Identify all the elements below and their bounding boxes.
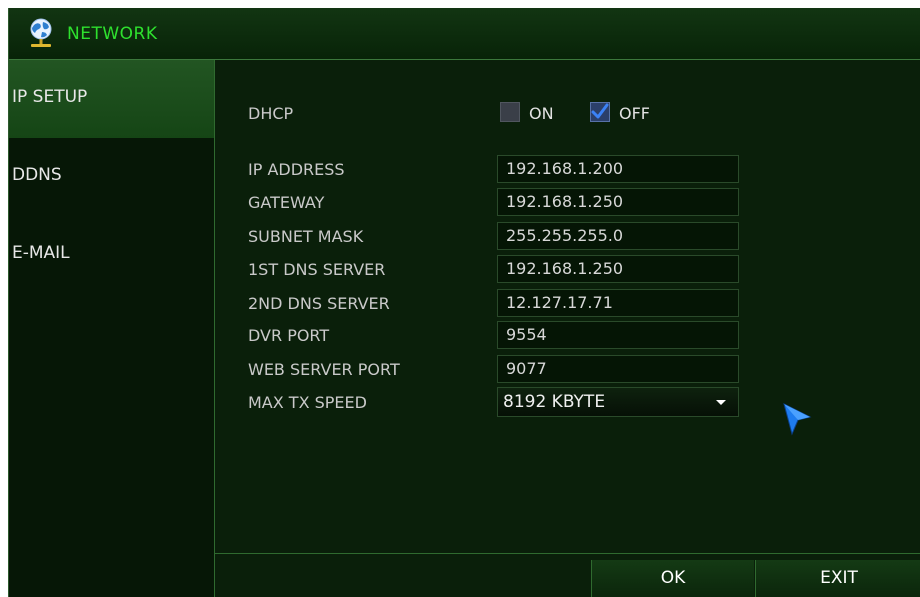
- button-bar: OK EXIT: [215, 553, 920, 597]
- chevron-down-icon: [716, 400, 726, 405]
- subnet-mask-field[interactable]: 255.255.255.0: [497, 222, 739, 250]
- sidebar-item-email[interactable]: E-MAIL: [9, 216, 214, 294]
- ip-setup-panel: DHCP ON OFF IP ADDRESS 192.168.1.200 GAT…: [215, 60, 920, 553]
- sidebar-item-label: IP SETUP: [12, 87, 88, 107]
- sidebar-item-ddns[interactable]: DDNS: [9, 138, 214, 216]
- gateway-field[interactable]: 192.168.1.250: [497, 188, 739, 216]
- dvr-port-field[interactable]: 9554: [497, 321, 739, 349]
- sidebar-item-label: DDNS: [12, 165, 62, 185]
- sidebar-item-label: E-MAIL: [12, 243, 70, 263]
- dns2-field[interactable]: 12.127.17.71: [497, 289, 739, 317]
- web-server-port-label: WEB SERVER PORT: [248, 360, 400, 379]
- ok-button[interactable]: OK: [591, 560, 754, 597]
- max-tx-speed-label: MAX TX SPEED: [248, 393, 367, 412]
- dhcp-on-checkbox[interactable]: [500, 102, 520, 122]
- max-tx-speed-select[interactable]: 8192 KBYTE: [497, 387, 739, 417]
- sidebar-item-ip-setup[interactable]: IP SETUP: [9, 60, 214, 138]
- sidebar: IP SETUP DDNS E-MAIL: [9, 60, 215, 597]
- ip-address-field[interactable]: 192.168.1.200: [497, 155, 739, 183]
- dns1-field[interactable]: 192.168.1.250: [497, 255, 739, 283]
- dns1-label: 1ST DNS SERVER: [248, 260, 386, 279]
- dhcp-label: DHCP: [248, 104, 294, 123]
- max-tx-speed-value: 8192 KBYTE: [503, 392, 606, 412]
- web-server-port-field[interactable]: 9077: [497, 355, 739, 383]
- dhcp-on-label: ON: [529, 104, 554, 123]
- checkmark-icon: [591, 103, 609, 119]
- exit-button[interactable]: EXIT: [755, 560, 920, 597]
- window-title: NETWORK: [67, 24, 158, 44]
- title-bar: NETWORK: [9, 8, 920, 60]
- subnet-mask-label: SUBNET MASK: [248, 227, 364, 246]
- dhcp-off-label: OFF: [619, 104, 650, 123]
- network-window: NETWORK IP SETUP DDNS E-MAIL DHCP ON OFF…: [8, 8, 920, 597]
- mouse-pointer-icon: [783, 403, 812, 436]
- ip-address-label: IP ADDRESS: [248, 160, 345, 179]
- dns2-label: 2ND DNS SERVER: [248, 294, 390, 313]
- dhcp-off-checkbox[interactable]: [590, 102, 610, 122]
- dvr-port-label: DVR PORT: [248, 326, 330, 345]
- globe-network-icon: [30, 18, 52, 47]
- gateway-label: GATEWAY: [248, 193, 325, 212]
